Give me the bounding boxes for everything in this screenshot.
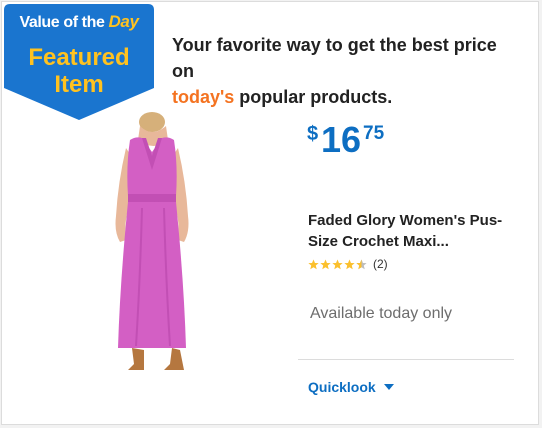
badge-main-text: Featured Item	[4, 44, 154, 98]
star-half-icon	[356, 258, 367, 269]
price-dollars: 16	[321, 119, 362, 160]
value-of-the-day-badge: Value of the Day Featured Item	[4, 4, 164, 122]
headline-line1: Your favorite way to get the best price …	[172, 35, 497, 81]
star-icon	[308, 258, 319, 269]
featured-item-card: Value of the Day Featured Item Your favo…	[1, 1, 539, 425]
quicklook-button[interactable]: Quicklook	[308, 379, 394, 395]
badge-top-text: Value of the Day	[4, 12, 154, 32]
headline-line2: today's popular products.	[172, 84, 522, 110]
star-icon	[344, 258, 355, 269]
badge-top-label: Value of the	[19, 14, 105, 31]
quicklook-label: Quicklook	[308, 379, 376, 395]
chevron-down-icon	[383, 384, 394, 390]
product-title[interactable]: Faded Glory Women's Pus-Size Crochet Max…	[308, 210, 513, 252]
badge-featured-label: Featured	[28, 44, 130, 71]
availability-text: Available today only	[310, 305, 453, 322]
badge-item-label: Item	[54, 71, 104, 98]
headline: Your favorite way to get the best price …	[172, 32, 522, 110]
divider	[298, 359, 514, 360]
review-count[interactable]: (2)	[373, 257, 388, 271]
headline-line2-rest: popular products.	[234, 87, 393, 107]
price-currency: $	[307, 123, 319, 145]
star-icon	[332, 258, 343, 269]
price-cents: 75	[363, 123, 385, 144]
product-image[interactable]	[102, 112, 232, 380]
headline-accent: today's	[172, 87, 235, 107]
star-icon	[320, 258, 331, 269]
dress-illustration	[115, 112, 189, 370]
product-rating[interactable]: (2)	[308, 257, 388, 271]
badge-day-label: Day	[108, 12, 139, 31]
